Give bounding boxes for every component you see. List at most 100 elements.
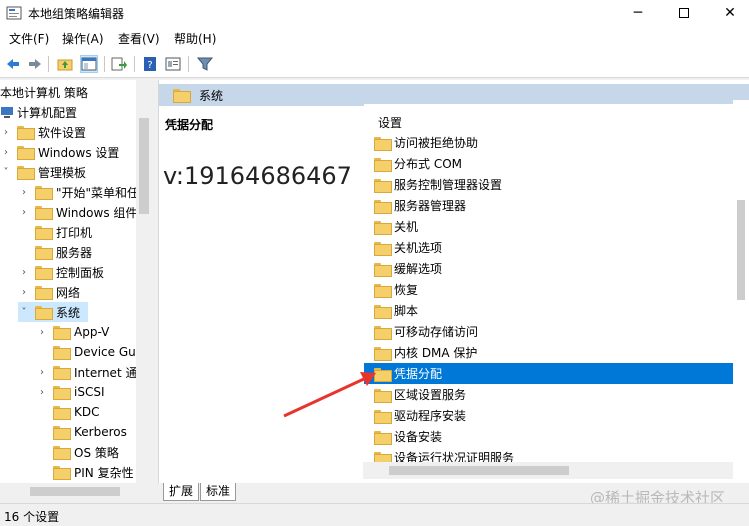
list-item[interactable]: 设备安装 — [364, 426, 734, 447]
tree-vertical-scrollbar[interactable] — [136, 80, 152, 483]
list-item[interactable]: 驱动程序安装 — [364, 405, 734, 426]
tree-item-network[interactable]: › 网络 — [18, 282, 80, 302]
tree-item-system[interactable]: ˅ 系统 — [18, 302, 89, 322]
tree-item-kerberos[interactable]: Kerberos — [53, 422, 127, 442]
toolbar-separator — [104, 56, 105, 72]
forward-button[interactable] — [26, 55, 44, 73]
menu-help[interactable]: 帮助(H) — [174, 30, 216, 47]
list-item[interactable]: 脚本 — [364, 300, 734, 321]
folder-icon — [374, 430, 392, 445]
svg-text:?: ? — [147, 60, 152, 71]
tree-item-label: Device Gua — [74, 345, 144, 359]
list-item[interactable]: 区域设置服务 — [364, 384, 734, 405]
tree-item-kdc[interactable]: KDC — [53, 402, 100, 422]
list-item[interactable]: 分布式 COM — [364, 153, 734, 174]
scrollbar-thumb[interactable] — [389, 466, 569, 475]
show-hide-tree-button[interactable] — [80, 55, 98, 73]
chevron-right-icon[interactable]: › — [18, 267, 30, 278]
list-item[interactable]: 内核 DMA 保护 — [364, 342, 734, 363]
tab-extended[interactable]: 扩展 — [163, 483, 200, 501]
tree-item-printers[interactable]: 打印机 — [35, 222, 92, 242]
folder-icon — [374, 325, 392, 340]
scrollbar-thumb[interactable] — [139, 118, 149, 214]
tree-item-label: 计算机配置 — [17, 105, 78, 120]
tree-item-admin-templates[interactable]: ˅ 管理模板 — [0, 162, 86, 182]
menu-file[interactable]: 文件(F) — [9, 30, 49, 47]
folder-icon — [35, 206, 53, 220]
column-header-setting[interactable]: 设置 — [364, 104, 734, 134]
settings-list: 访问被拒绝协助 分布式 COM 服务控制管理器设置 服务器管理器 关机 关机选项… — [364, 132, 734, 462]
back-button[interactable] — [4, 55, 22, 73]
tab-standard[interactable]: 标准 — [200, 483, 237, 501]
list-item[interactable]: 恢复 — [364, 279, 734, 300]
list-item[interactable]: 可移动存储访问 — [364, 321, 734, 342]
chevron-right-icon[interactable]: › — [36, 327, 48, 338]
tree-item-windows-components[interactable]: › Windows 组件 — [18, 202, 137, 222]
list-item[interactable]: 服务器管理器 — [364, 195, 734, 216]
list-item[interactable]: 关机 — [364, 216, 734, 237]
menu-action[interactable]: 操作(A) — [62, 30, 104, 47]
list-vertical-scrollbar[interactable] — [733, 100, 749, 462]
tree-item-control-panel[interactable]: › 控制面板 — [18, 262, 104, 282]
chevron-right-icon[interactable]: › — [18, 287, 30, 298]
folder-icon — [35, 286, 53, 300]
export-list-button[interactable] — [110, 55, 128, 73]
folder-icon — [374, 241, 392, 256]
tree-item-os-policy[interactable]: OS 策略 — [53, 442, 119, 462]
chevron-right-icon[interactable]: › — [36, 367, 48, 378]
chevron-right-icon[interactable]: › — [18, 187, 30, 198]
tree-item-computer-config[interactable]: 计算机配置 — [0, 102, 77, 122]
tree-item-software-settings[interactable]: › 软件设置 — [0, 122, 86, 142]
folder-icon — [374, 220, 392, 235]
maximize-button[interactable] — [661, 0, 707, 26]
filter-button[interactable] — [196, 55, 214, 73]
scrollbar-thumb[interactable] — [737, 200, 745, 300]
list-horizontal-scrollbar[interactable] — [363, 462, 733, 479]
minimize-button[interactable]: ─ — [615, 0, 661, 26]
details-header-title: 系统 — [199, 88, 224, 103]
details-pane: 系统 凭据分配 v:19164686467 设置 访问被拒绝协助 分布式 COM… — [158, 80, 749, 483]
menu-view[interactable]: 查看(V) — [118, 30, 160, 47]
tree-horizontal-scrollbar[interactable] — [0, 483, 136, 500]
list-item[interactable]: 设备运行状况证明服务 — [364, 447, 734, 462]
window-title: 本地组策略编辑器 — [28, 7, 125, 21]
tree-item-device-guard[interactable]: Device Gua — [53, 342, 143, 362]
list-item[interactable]: 关机选项 — [364, 237, 734, 258]
help-button[interactable]: ? — [141, 55, 159, 73]
list-item-label: 驱动程序安装 — [394, 409, 467, 423]
tree-item-start-menu[interactable]: › "开始"菜单和任 — [18, 182, 139, 202]
list-item[interactable]: 访问被拒绝协助 — [364, 132, 734, 153]
tree-item-internet-comm[interactable]: › Internet 通 — [36, 362, 137, 382]
up-folder-button[interactable] — [56, 55, 74, 73]
list-item-label: 脚本 — [394, 304, 419, 318]
properties-button[interactable] — [164, 55, 182, 73]
list-item-selected[interactable]: 凭据分配 — [364, 363, 734, 384]
tree-item-label: 软件设置 — [38, 125, 87, 140]
folder-icon — [374, 178, 392, 193]
annotation-arrow-icon — [283, 372, 376, 418]
tree-item-label: 网络 — [56, 285, 81, 300]
scrollbar-thumb[interactable] — [30, 487, 120, 496]
tree-item-iscsi[interactable]: › iSCSI — [36, 382, 105, 402]
tree-root-policy[interactable]: 本地计算机 策略 — [0, 82, 88, 102]
tree-item-windows-settings[interactable]: › Windows 设置 — [0, 142, 119, 162]
tree-item-app-v[interactable]: › App-V — [36, 322, 109, 342]
chevron-right-icon[interactable]: › — [0, 127, 12, 138]
chevron-right-icon[interactable]: › — [0, 147, 12, 158]
tree-item-label: Windows 设置 — [38, 145, 120, 160]
chevron-right-icon[interactable]: › — [36, 387, 48, 398]
filter-icon — [197, 57, 213, 71]
tree-item-server[interactable]: 服务器 — [35, 242, 92, 262]
list-item[interactable]: 缓解选项 — [364, 258, 734, 279]
chevron-down-icon[interactable]: ˅ — [18, 307, 30, 318]
folder-icon — [53, 366, 71, 380]
tree-item-pin-complexity[interactable]: PIN 复杂性 — [53, 462, 134, 482]
chevron-down-icon[interactable]: ˅ — [0, 167, 12, 178]
chevron-right-icon[interactable]: › — [18, 207, 30, 218]
folder-icon — [17, 126, 35, 140]
list-item[interactable]: 服务控制管理器设置 — [364, 174, 734, 195]
close-button[interactable]: ✕ — [707, 0, 749, 26]
folder-icon — [53, 386, 71, 400]
list-item-label: 可移动存储访问 — [394, 325, 479, 339]
help-icon: ? — [144, 57, 156, 71]
